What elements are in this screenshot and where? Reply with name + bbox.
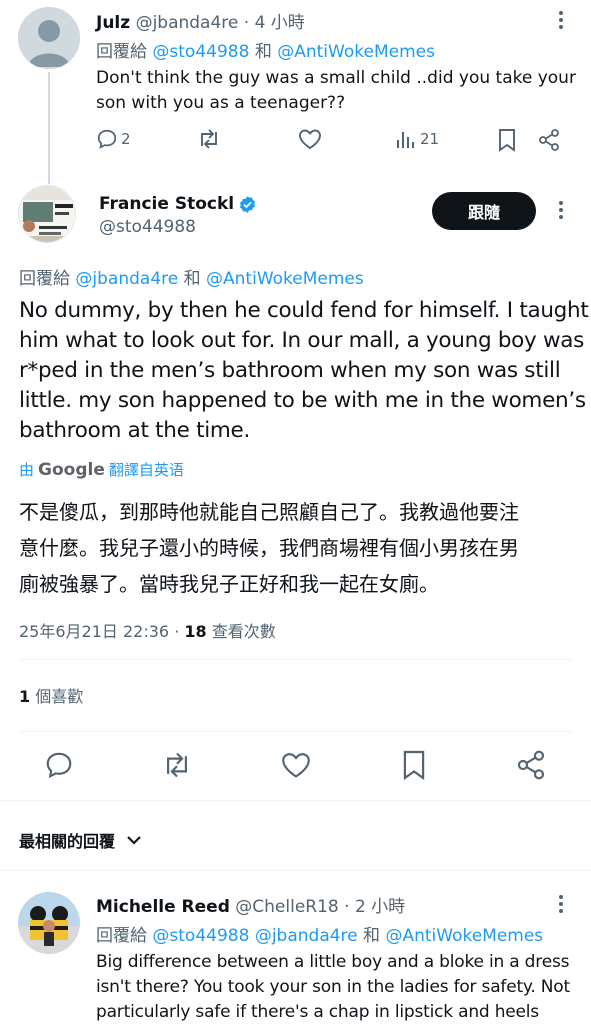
reply1-reply-and: 和 <box>254 42 272 62</box>
reply-icon <box>46 752 72 779</box>
reply2-text-line: isn't there? You took your son in the la… <box>96 977 570 997</box>
main-views-count: 18 <box>184 622 207 641</box>
reply1-time[interactable]: · 4 小時 <box>244 13 305 33</box>
bookmark-icon <box>499 129 515 152</box>
heart-icon <box>299 129 321 150</box>
reply1-text-line: Don't think the guy was a small child ..… <box>96 68 576 88</box>
reply2-mention-2[interactable]: @jbanda4re <box>255 926 358 946</box>
reply2-text-line: Big difference between a little boy and … <box>96 952 570 972</box>
reply2-reply-and: 和 <box>363 926 381 946</box>
reply2-mention-1[interactable]: @sto44988 <box>152 926 249 946</box>
main-name-row[interactable]: Francie Stockl <box>99 194 257 214</box>
reply1-share-button[interactable] <box>538 128 560 152</box>
reply1-bookmark-button[interactable] <box>497 128 517 152</box>
main-text-line: little. my son happened to be with me in… <box>19 388 586 413</box>
reply1-name[interactable]: Julz <box>96 13 130 33</box>
main-more-icon[interactable] <box>558 201 564 222</box>
likes-summary[interactable]: 1 個喜歡 <box>19 683 83 707</box>
reply-sort-label: 最相關的回覆 <box>19 832 116 851</box>
translated-text: 不是傻瓜，到那時他就能自己照顧自己了。我教過他要注 意什麼。我兒子還小的時候，我… <box>19 494 519 602</box>
translated-line: 意什麼。我兒子還小的時候，我們商場裡有個小男孩在男 <box>19 536 519 560</box>
michelle-avatar[interactable] <box>18 892 80 954</box>
reply1-text-line: son with you as a teenager?? <box>96 93 346 113</box>
reply2-replying-to: 回覆給 @sto44988 @jbanda4re 和 @AntiWokeMeme… <box>96 921 543 946</box>
reply2-header: Michelle Reed @ChelleR18 · 2 小時 <box>96 892 405 917</box>
reply2-mention-3[interactable]: @AntiWokeMemes <box>385 926 543 946</box>
reply1-header: Julz @jbanda4re · 4 小時 <box>96 8 305 33</box>
reply1-repost-button[interactable] <box>196 128 222 150</box>
reply2-text: Big difference between a little boy and … <box>96 950 570 1024</box>
reply-sort-dropdown[interactable]: 最相關的回覆 <box>19 828 143 852</box>
main-timestamp[interactable]: 25年6月21日 22:36 <box>19 622 169 641</box>
reply1-view-count: 21 <box>420 130 440 148</box>
share-icon <box>517 750 545 780</box>
repost-icon <box>201 129 217 149</box>
repost-icon <box>167 752 187 778</box>
reply2-more-icon[interactable] <box>558 895 564 916</box>
divider <box>0 800 591 801</box>
main-repost-button[interactable] <box>160 751 194 779</box>
reply1-more-icon[interactable] <box>558 11 564 32</box>
views-icon <box>397 132 414 148</box>
thread-line <box>48 72 50 184</box>
translated-line: 不是傻瓜，到那時他就能自己照顧自己了。我教過他要注 <box>19 500 519 524</box>
reply1-reply-prefix: 回覆給 <box>96 42 147 62</box>
main-views-label: 查看次數 <box>211 622 276 641</box>
reply1-like-button[interactable] <box>298 128 322 150</box>
likes-count: 1 <box>19 687 31 706</box>
reply1-views-button[interactable]: 21 <box>396 128 439 150</box>
main-share-button[interactable] <box>516 749 546 781</box>
main-author-name[interactable]: Francie Stockl <box>99 194 234 214</box>
reply2-handle[interactable]: @ChelleR18 <box>235 897 338 917</box>
divider <box>19 731 573 732</box>
heart-icon <box>282 753 310 778</box>
reply1-handle[interactable]: @jbanda4re <box>136 13 239 33</box>
share-icon <box>539 129 559 151</box>
main-text-line: bathroom at the time. <box>19 418 250 443</box>
translation-attribution[interactable]: 由 Google 翻譯自英语 <box>19 459 184 480</box>
reply1-text: Don't think the guy was a small child ..… <box>96 66 576 116</box>
main-mention-1[interactable]: @jbanda4re <box>75 269 178 289</box>
meta-separator: · <box>174 622 180 641</box>
reply2-name[interactable]: Michelle Reed <box>96 897 230 917</box>
reply2-reply-prefix: 回覆給 <box>96 926 147 946</box>
main-tweet-text: No dummy, by then he could fend for hims… <box>19 296 589 446</box>
bookmark-icon <box>403 750 425 781</box>
main-meta: 25年6月21日 22:36 · 18 查看次數 <box>19 618 276 642</box>
main-bookmark-button[interactable] <box>401 749 427 781</box>
reply2-time[interactable]: · 2 小時 <box>344 897 405 917</box>
main-reply-button[interactable] <box>44 750 74 780</box>
reply1-mention-1[interactable]: @sto44988 <box>152 42 249 62</box>
main-replying-to: 回覆給 @jbanda4re 和 @AntiWokeMemes <box>19 264 364 289</box>
main-mention-2[interactable]: @AntiWokeMemes <box>206 269 364 289</box>
francie-avatar[interactable] <box>18 185 76 243</box>
main-author-handle[interactable]: @sto44988 <box>99 217 196 237</box>
follow-button[interactable]: 跟隨 <box>432 192 536 230</box>
translate-suffix: 翻譯自英语 <box>108 461 184 479</box>
main-text-line: him what to look out for. In our mall, a… <box>19 328 585 353</box>
julz-avatar[interactable] <box>18 7 80 69</box>
google-logo: Google <box>38 460 105 480</box>
likes-label: 個喜歡 <box>35 687 84 706</box>
translate-prefix: 由 <box>19 461 35 479</box>
main-text-line: r*ped in the men’s bathroom when my son … <box>19 358 561 383</box>
reply2-text-line: particularly safe if there's a chap in l… <box>96 1002 539 1022</box>
chevron-down-icon <box>127 836 141 845</box>
main-reply-prefix: 回覆給 <box>19 269 70 289</box>
main-text-line: No dummy, by then he could fend for hims… <box>19 298 589 323</box>
reply1-reply-count: 2 <box>121 130 131 148</box>
divider <box>0 870 591 871</box>
reply-icon <box>97 129 117 149</box>
translated-line: 廁被強暴了。當時我兒子正好和我一起在女廁。 <box>19 572 439 596</box>
divider <box>19 659 573 660</box>
reply1-mention-2[interactable]: @AntiWokeMemes <box>277 42 435 62</box>
reply1-replying-to: 回覆給 @sto44988 和 @AntiWokeMemes <box>96 37 435 62</box>
verified-badge-icon <box>240 195 256 213</box>
reply1-reply-button[interactable]: 2 <box>96 128 131 150</box>
main-like-button[interactable] <box>280 751 312 779</box>
main-reply-and: 和 <box>183 269 201 289</box>
